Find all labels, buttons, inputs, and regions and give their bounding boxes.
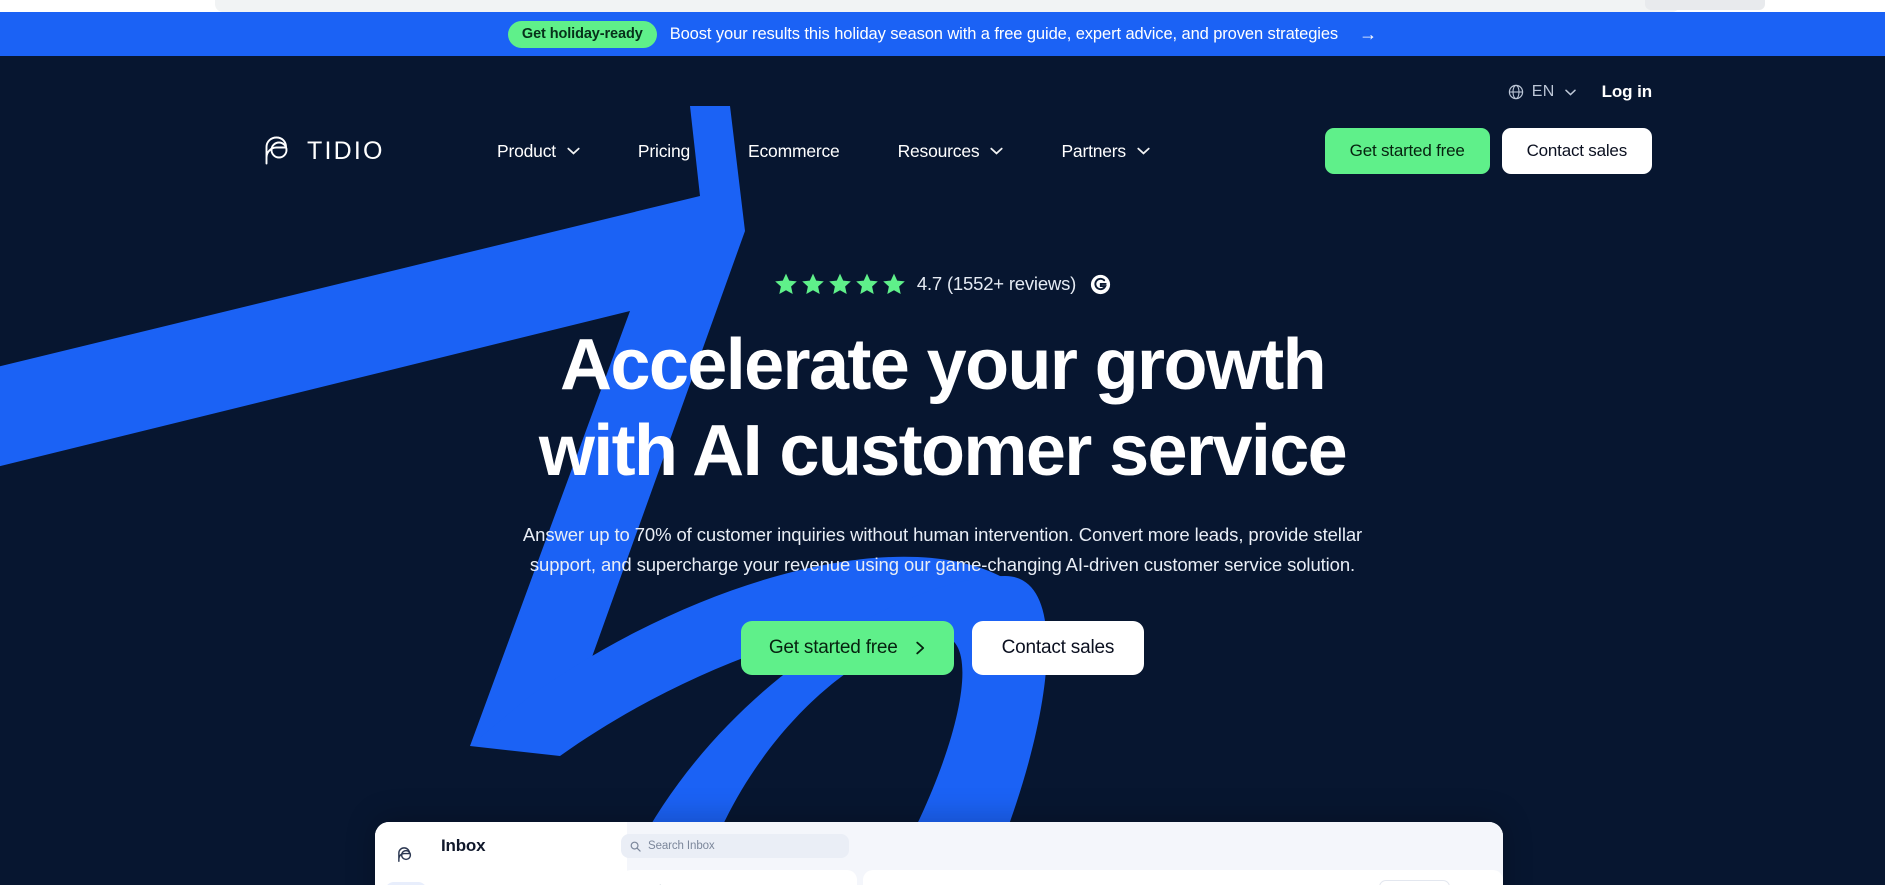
star-rating: [774, 272, 906, 296]
app-main-area: Search Inbox 👋 Unassigned: [621, 822, 1503, 885]
browser-toolbar-chip[interactable]: [1645, 0, 1765, 10]
hero-contact-sales-button[interactable]: Contact sales: [971, 620, 1145, 675]
chevron-right-icon: [915, 641, 924, 655]
headline-line-1: Accelerate your growth: [559, 325, 1327, 405]
solve-button[interactable]: Solve: [1378, 879, 1450, 885]
rail-item-chats[interactable]: [385, 836, 427, 874]
browser-tab[interactable]: [215, 0, 1680, 12]
chat-bubbles-icon: [397, 846, 411, 862]
star-icon: [883, 273, 905, 294]
app-mockup: Inbox LIVE CONVERSATIONS 👋 Unassigned 6 …: [375, 822, 1503, 885]
thread-toolbar: Solve: [1378, 870, 1493, 885]
browser-chrome-strip: [0, 0, 1885, 12]
promo-banner[interactable]: Get holiday-ready Boost your results thi…: [0, 12, 1885, 56]
star-icon: [856, 273, 878, 294]
hero-cta-primary-label: Get started free: [768, 636, 898, 658]
search-placeholder: Search Inbox: [648, 840, 715, 852]
hero-cta-group: Get started free Contact sales: [740, 620, 1145, 675]
conversation-thread-pane: Solve: [863, 870, 1503, 885]
hero-get-started-free-button[interactable]: Get started free: [740, 620, 954, 675]
app-inbox-sidebar: Inbox LIVE CONVERSATIONS 👋 Unassigned 6: [437, 822, 627, 885]
promo-message: Boost your results this holiday season w…: [669, 24, 1339, 43]
conversation-list-panel: 👋 Unassigned: [621, 870, 857, 885]
page-title: Accelerate your growth with AI customer …: [538, 323, 1348, 494]
search-input[interactable]: Search Inbox: [621, 834, 849, 858]
star-icon: [775, 273, 797, 294]
hero-section: EN Log in TIDIO Product Pricing Ecommerc…: [0, 56, 1885, 885]
star-icon: [802, 273, 824, 294]
arrow-right-icon[interactable]: →: [1359, 25, 1377, 43]
star-icon: [829, 273, 851, 294]
hero-subheadline: Answer up to 70% of customer inquiries w…: [522, 524, 1363, 575]
hero-content: 4.7 (1552+ reviews) Accelerate your grow…: [0, 56, 1885, 885]
search-icon: [630, 841, 641, 852]
rating-block: 4.7 (1552+ reviews): [774, 272, 1111, 296]
rating-text: 4.7 (1552+ reviews): [916, 273, 1077, 294]
promo-pill-label: Get holiday-ready: [507, 20, 657, 48]
app-sidebar-rail: [375, 822, 437, 885]
headline-line-2: with AI customer service: [538, 410, 1348, 491]
inbox-title: Inbox: [441, 836, 486, 855]
g2-badge-icon[interactable]: [1090, 274, 1111, 295]
